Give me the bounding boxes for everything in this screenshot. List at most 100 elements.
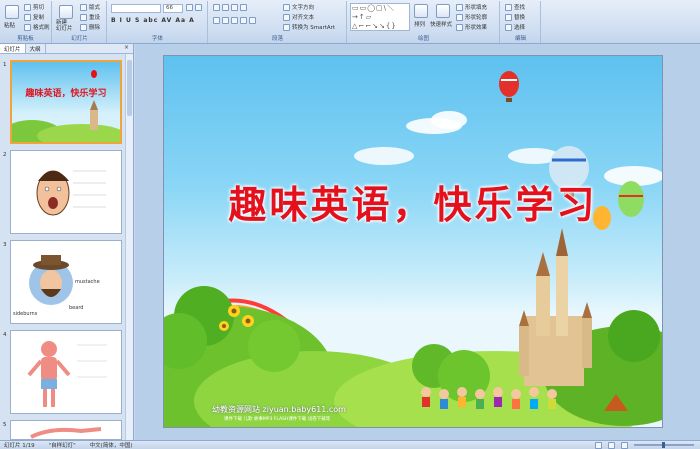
slide-thumbnail-3[interactable]: mustache sideburns beard — [10, 240, 122, 324]
bullets-icon — [213, 4, 220, 11]
shape-fill-button[interactable]: 形状填充 — [456, 3, 487, 11]
thumbnail-1-image: 趣味英语，快乐学习 — [12, 62, 120, 142]
theme-name: "自样幻灯" — [48, 443, 76, 449]
new-slide-icon[interactable] — [59, 5, 73, 19]
zoom-slider-knob[interactable] — [662, 442, 665, 448]
slides-group: 新建 幻灯片 版式 重设 删除 幻灯片 — [53, 1, 107, 43]
delete-button[interactable]: 删除 — [80, 23, 100, 31]
outline-icon — [456, 13, 463, 21]
binoculars-icon — [505, 3, 512, 11]
shapes-gallery[interactable]: ▭▭◯▢\＼→↑▱△⌐⌐↘↘{}☆★ — [350, 3, 410, 31]
font-group: 66 B I U S abc AV Aa A 字体 — [108, 1, 208, 43]
slide-number: 4 — [3, 332, 7, 338]
slide-thumbnail-4[interactable] — [10, 330, 122, 414]
find-button[interactable]: 查找 — [505, 3, 525, 11]
fill-icon — [456, 3, 463, 11]
columns-icon — [249, 17, 256, 24]
editing-group-label: 编辑 — [514, 36, 526, 42]
replace-icon — [505, 13, 512, 21]
panel-scrollbar[interactable] — [125, 54, 133, 440]
slideshow-icon[interactable] — [621, 441, 628, 449]
paragraph-group-label: 段落 — [271, 36, 283, 42]
slides-group-label: 幻灯片 — [71, 36, 88, 42]
reset-button[interactable]: 重设 — [80, 13, 100, 21]
font-style-buttons[interactable]: B I U S abc AV Aa A — [111, 17, 195, 24]
tab-outline[interactable]: 大纲 — [26, 44, 46, 53]
align-text-button[interactable]: 对齐文本 — [283, 13, 314, 21]
layout-label: 版式 — [89, 5, 101, 11]
grow-font-icon — [186, 4, 193, 11]
shape-outline-button[interactable]: 形状轮廓 — [456, 13, 487, 21]
copy-button[interactable]: 复制 — [24, 13, 44, 21]
ribbon: 粘贴 剪切 复制 格式刷 剪贴板 新建 幻灯片 版式 重设 删除 幻灯片 66 … — [0, 0, 700, 44]
drawing-group-label: 绘图 — [417, 36, 429, 42]
tab-slides[interactable]: 幻灯片 — [0, 44, 26, 53]
clipboard-group-label: 剪贴板 — [17, 36, 34, 42]
body-illustration — [11, 331, 121, 413]
replace-button[interactable]: 替换 — [505, 13, 525, 21]
new-slide-button[interactable]: 新建 幻灯片 — [56, 20, 73, 32]
smartart-label: 转换为 SmartArt — [292, 25, 336, 31]
scrollbar-thumb[interactable] — [127, 60, 132, 116]
slide-canvas[interactable]: 趣味英语，快乐学习 幼教资源网站 ziyuan.baby611.com 课件下载… — [163, 55, 663, 428]
shape-outline-label: 形状轮廓 — [465, 15, 488, 21]
paste-button[interactable]: 粘贴 — [4, 21, 15, 29]
zoom-slider[interactable] — [634, 442, 694, 448]
thumbnail-1-title: 趣味英语，快乐学习 — [24, 87, 106, 99]
slide-number: 5 — [3, 422, 7, 428]
align-center-icon — [222, 17, 229, 24]
text-direction-button[interactable]: 文字方向 — [283, 3, 314, 11]
layout-button[interactable]: 版式 — [80, 3, 100, 11]
slide-thumbnail-2[interactable] — [10, 150, 122, 234]
normal-view-icon[interactable] — [595, 441, 602, 449]
font-group-label: 字体 — [151, 36, 163, 42]
select-button[interactable]: 选择 — [505, 23, 525, 31]
arrange-button[interactable]: 排列 — [414, 20, 425, 28]
close-panel-button[interactable]: × — [124, 44, 129, 53]
slide-sorter-icon[interactable] — [608, 441, 615, 449]
status-bar: 幻灯片 1/19 "自样幻灯" 中文(简体，中国) — [0, 440, 700, 449]
reset-label: 重设 — [89, 15, 101, 21]
align-left-icon — [213, 17, 220, 24]
paste-icon[interactable] — [5, 5, 19, 19]
panel-tabs: 幻灯片 大纲 × — [0, 44, 133, 54]
indent-icon — [231, 4, 238, 11]
delete-label: 删除 — [89, 25, 101, 31]
justify-icon — [240, 17, 247, 24]
language-indicator[interactable]: 中文(简体，中国) — [90, 441, 133, 449]
view-controls — [595, 441, 694, 449]
slide-thumbnail-5[interactable] — [10, 420, 122, 440]
effects-icon — [456, 23, 463, 31]
delete-icon — [80, 23, 87, 31]
brush-icon — [24, 23, 31, 31]
line-spacing-icon — [240, 4, 247, 11]
quick-styles-icon[interactable] — [436, 4, 450, 18]
replace-label: 替换 — [514, 15, 526, 21]
slide-count: 幻灯片 1/19 — [4, 443, 35, 449]
shape-fill-label: 形状填充 — [465, 5, 488, 11]
align-buttons[interactable] — [213, 17, 256, 24]
slide-title[interactable]: 趣味英语，快乐学习 — [164, 174, 662, 229]
arrange-icon[interactable] — [414, 4, 428, 18]
slide-number: 3 — [3, 242, 7, 248]
cut-button[interactable]: 剪切 — [24, 3, 44, 11]
slide-thumbnail-1[interactable]: 趣味英语，快乐学习 — [10, 60, 122, 144]
hand-illustration — [11, 421, 121, 439]
numbering-icon — [222, 4, 229, 11]
font-name-combo[interactable] — [111, 4, 161, 13]
shape-effects-button[interactable]: 形状效果 — [456, 23, 487, 31]
format-painter-button[interactable]: 格式刷 — [24, 23, 50, 31]
smartart-button[interactable]: 转换为 SmartArt — [283, 23, 335, 31]
layout-icon — [80, 3, 87, 11]
copy-label: 复制 — [33, 15, 45, 21]
list-buttons[interactable] — [213, 4, 247, 11]
select-label: 选择 — [514, 25, 526, 31]
text-direction-icon — [283, 3, 290, 11]
grow-font-button[interactable] — [186, 4, 202, 11]
slide-number: 1 — [3, 62, 7, 68]
editing-group: 查找 替换 选择 编辑 — [501, 1, 541, 43]
slide-number: 2 — [3, 152, 7, 158]
font-size-combo[interactable]: 66 — [163, 4, 183, 13]
quick-styles-button[interactable]: 快速样式 — [430, 20, 452, 28]
copy-icon — [24, 13, 31, 21]
